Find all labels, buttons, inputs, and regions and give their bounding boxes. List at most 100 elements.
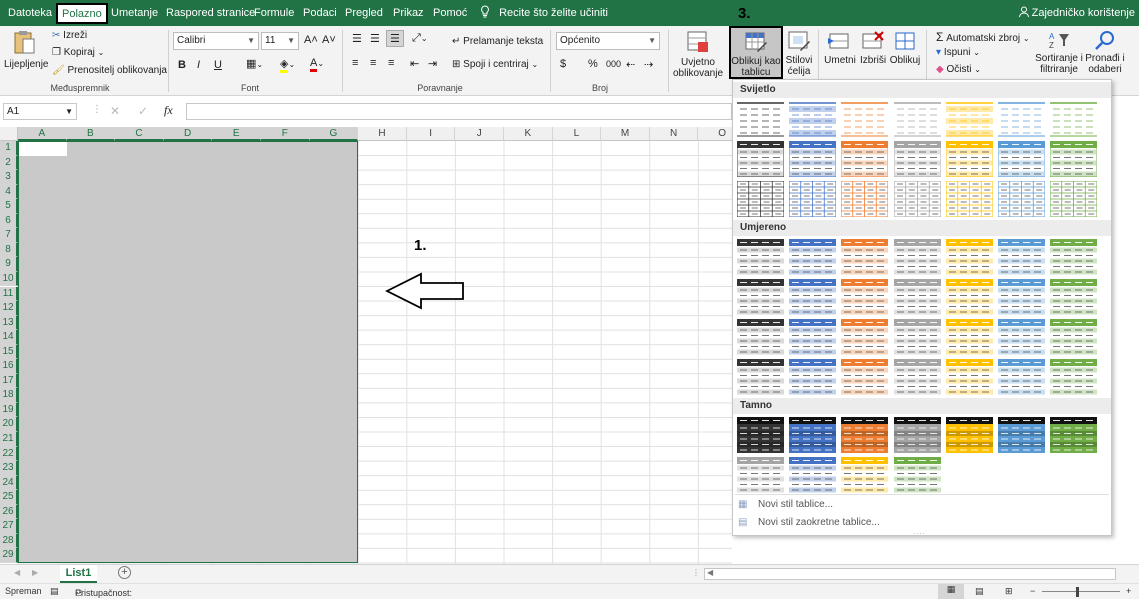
- active-cell[interactable]: [19, 142, 67, 156]
- table-style-thumbnail[interactable]: [998, 359, 1045, 395]
- row-header[interactable]: 10: [0, 271, 18, 287]
- table-style-thumbnail[interactable]: [1049, 140, 1098, 178]
- wrap-text-button[interactable]: ↵ Prelamanje teksta: [452, 36, 543, 47]
- row-header[interactable]: 22: [0, 446, 18, 462]
- tab-splitter-icon[interactable]: ⋮: [692, 568, 700, 577]
- column-header[interactable]: H: [358, 127, 407, 141]
- find-select-button[interactable]: Pronađi i odaberi: [1084, 30, 1126, 75]
- table-style-thumbnail[interactable]: [841, 457, 889, 493]
- row-header[interactable]: 29: [0, 548, 18, 563]
- row-header[interactable]: 12: [0, 301, 18, 316]
- merge-center-button[interactable]: ⊞ Spoji i centriraj ⌄: [452, 59, 538, 70]
- increase-decimal-icon[interactable]: ⇠: [626, 58, 635, 71]
- page-layout-view-icon[interactable]: ▤: [975, 586, 984, 597]
- column-header[interactable]: L: [552, 127, 602, 141]
- copy-button[interactable]: ❐ Kopiraj ⌄: [52, 47, 104, 58]
- table-style-thumbnail[interactable]: [788, 180, 837, 218]
- column-header[interactable]: F: [261, 127, 310, 141]
- tab-review[interactable]: Pregled: [345, 0, 383, 26]
- table-style-thumbnail[interactable]: [737, 359, 784, 395]
- table-style-thumbnail[interactable]: [893, 417, 941, 453]
- font-name-select[interactable]: Calibri ▼: [173, 32, 259, 50]
- column-header[interactable]: K: [504, 127, 553, 141]
- column-header[interactable]: E: [212, 127, 261, 141]
- row-header[interactable]: 28: [0, 533, 18, 549]
- insert-cells-button[interactable]: Umetni: [824, 30, 856, 66]
- table-style-thumbnail[interactable]: [789, 457, 837, 493]
- column-header[interactable]: C: [115, 127, 164, 141]
- fill-color-button[interactable]: ◈⌄: [280, 57, 295, 73]
- new-pivot-style-item[interactable]: ▤ Novi stil zaokretne tablice...: [738, 517, 880, 528]
- table-style-thumbnail[interactable]: [841, 279, 889, 315]
- row-header[interactable]: 21: [0, 432, 18, 447]
- row-header[interactable]: 13: [0, 315, 18, 331]
- row-header[interactable]: 1: [0, 141, 18, 156]
- font-size-select[interactable]: 11 ▼: [261, 32, 299, 50]
- table-style-thumbnail[interactable]: [789, 239, 837, 275]
- row-header[interactable]: 16: [0, 359, 18, 374]
- table-style-thumbnail[interactable]: [840, 140, 889, 178]
- tell-me-box[interactable]: Recite što želite učiniti: [480, 0, 608, 26]
- format-painter-button[interactable]: 🖌 Prenositelj oblikovanja: [52, 65, 167, 76]
- table-style-thumbnail[interactable]: [737, 239, 784, 275]
- row-header[interactable]: 2: [0, 155, 18, 171]
- scroll-right-icon[interactable]: ▶: [32, 568, 38, 577]
- table-style-thumbnail[interactable]: [789, 417, 837, 453]
- table-style-thumbnail[interactable]: [945, 319, 993, 355]
- table-style-thumbnail[interactable]: [1050, 101, 1098, 137]
- decrease-decimal-icon[interactable]: ⇢: [644, 58, 653, 71]
- table-style-thumbnail[interactable]: [841, 239, 889, 275]
- sort-filter-button[interactable]: AZ Sortiranje i filtriranje: [1034, 30, 1084, 75]
- table-style-thumbnail[interactable]: [1050, 239, 1098, 275]
- table-style-thumbnail[interactable]: [841, 101, 889, 137]
- decrease-indent-icon[interactable]: ⇤: [410, 57, 419, 70]
- increase-indent-icon[interactable]: ⇥: [428, 57, 437, 70]
- percent-button[interactable]: %: [588, 58, 598, 70]
- zoom-in-icon[interactable]: +: [1126, 586, 1131, 596]
- clear-button[interactable]: ◆ Očisti ⌄: [936, 64, 981, 75]
- row-header[interactable]: 15: [0, 344, 18, 360]
- table-style-thumbnail[interactable]: [1050, 319, 1098, 355]
- add-sheet-button[interactable]: +: [118, 566, 131, 579]
- tab-insert[interactable]: Umetanje: [111, 0, 158, 26]
- align-bottom-icon[interactable]: ☰: [386, 30, 404, 47]
- delete-cells-button[interactable]: Izbriši: [858, 30, 888, 66]
- grow-font-button[interactable]: A˄: [304, 34, 318, 46]
- select-all-corner[interactable]: [0, 127, 18, 141]
- tab-formulas[interactable]: Formule: [254, 0, 294, 26]
- table-style-thumbnail[interactable]: [893, 359, 941, 395]
- cancel-icon[interactable]: ✕: [110, 104, 120, 118]
- orientation-icon[interactable]: ⤢⌄: [412, 32, 428, 45]
- table-style-thumbnail[interactable]: [945, 279, 993, 315]
- align-center-icon[interactable]: ≡: [370, 57, 376, 69]
- format-cells-button[interactable]: Oblikuj: [888, 30, 922, 66]
- sheet-tab-list1[interactable]: List1: [60, 565, 97, 583]
- table-style-thumbnail[interactable]: [1050, 359, 1098, 395]
- align-right-icon[interactable]: ≡: [388, 57, 394, 69]
- page-break-view-icon[interactable]: ⊞: [1005, 586, 1013, 597]
- column-header[interactable]: N: [649, 127, 699, 141]
- table-style-thumbnail[interactable]: [737, 279, 784, 315]
- table-style-thumbnail[interactable]: [893, 180, 942, 218]
- table-style-thumbnail[interactable]: [893, 140, 942, 178]
- row-header[interactable]: 11: [0, 286, 18, 301]
- tab-view[interactable]: Prikaz: [393, 0, 424, 26]
- currency-button[interactable]: $: [560, 58, 566, 70]
- table-style-thumbnail[interactable]: [1050, 279, 1098, 315]
- column-header[interactable]: B: [66, 127, 116, 141]
- align-top-icon[interactable]: ☰: [352, 32, 362, 45]
- table-style-thumbnail[interactable]: [945, 180, 994, 218]
- table-style-thumbnail[interactable]: [736, 140, 785, 178]
- row-header[interactable]: 24: [0, 475, 18, 491]
- shrink-font-button[interactable]: A˅: [322, 34, 336, 46]
- tab-page-layout[interactable]: Raspored stranice: [166, 0, 255, 26]
- align-left-icon[interactable]: ≡: [352, 57, 358, 69]
- row-header[interactable]: 25: [0, 490, 18, 505]
- align-middle-icon[interactable]: ☰: [370, 32, 380, 45]
- italic-button[interactable]: I: [197, 59, 200, 71]
- table-style-thumbnail[interactable]: [789, 319, 837, 355]
- row-header[interactable]: 6: [0, 213, 18, 229]
- horizontal-scrollbar[interactable]: ◀: [704, 568, 1116, 580]
- column-header[interactable]: M: [601, 127, 650, 141]
- format-as-table-button[interactable]: Oblikuj kao tablicu: [729, 26, 783, 79]
